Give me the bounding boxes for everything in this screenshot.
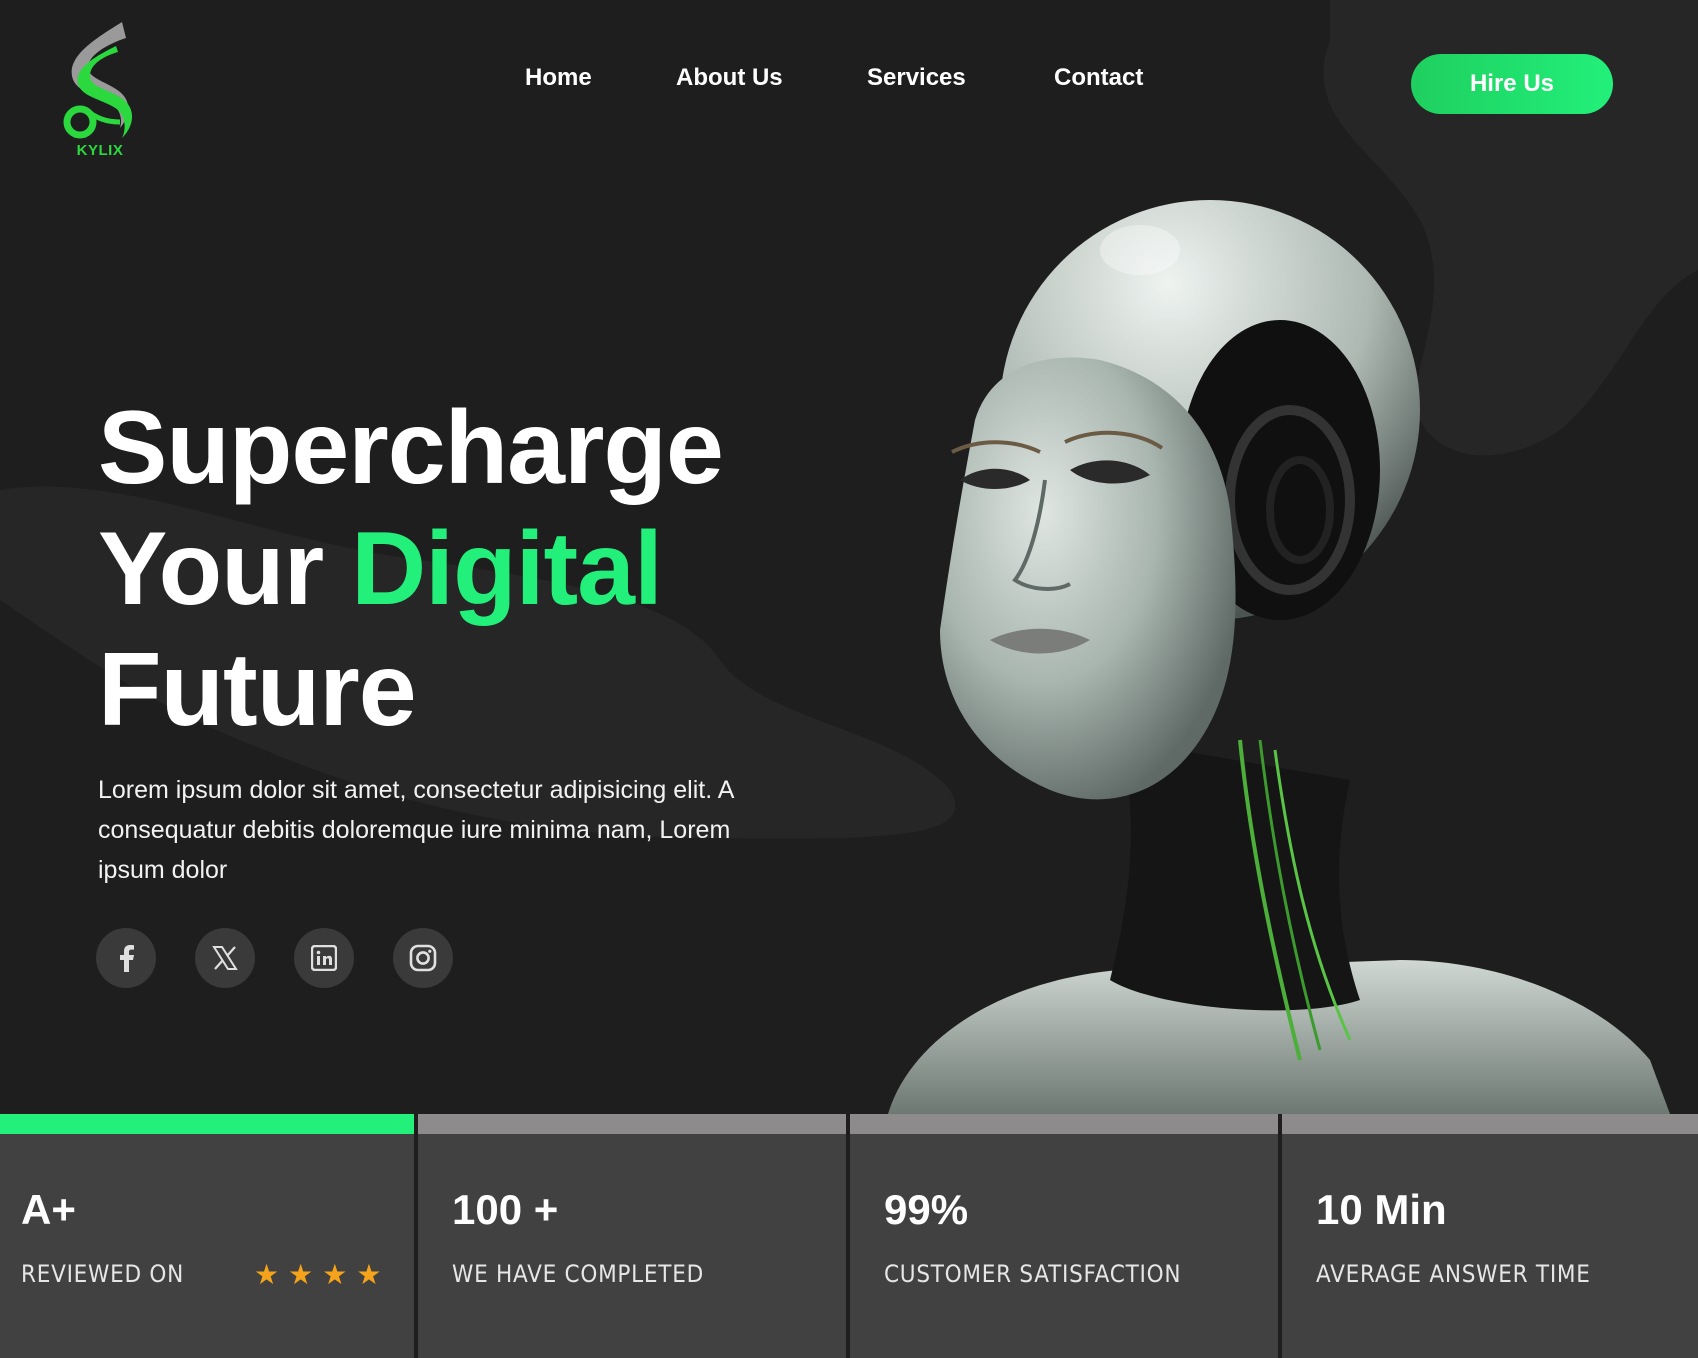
x-twitter-icon[interactable]	[195, 928, 255, 988]
hero-title: Supercharge Your Digital Future	[98, 388, 818, 751]
stat-label: WE HAVE COMPLETED	[452, 1260, 704, 1288]
stat-label: CUSTOMER SATISFACTION	[884, 1260, 1182, 1288]
stat-card-answer-time: 10 Min AVERAGE ANSWER TIME	[1282, 1114, 1698, 1358]
robot-head-illustration	[888, 200, 1670, 1114]
hero-title-line-1: Supercharge	[98, 390, 724, 506]
stat-label: AVERAGE ANSWER TIME	[1316, 1260, 1591, 1288]
stat-value: 100 +	[452, 1186, 559, 1233]
stat-card-completed: 100 + WE HAVE COMPLETED	[418, 1114, 846, 1358]
hero-title-accent: Digital	[351, 511, 663, 627]
hire-us-button[interactable]: Hire Us	[1411, 54, 1613, 114]
rating-stars: ★ ★ ★ ★	[254, 1260, 381, 1290]
stat-value: 10 Min	[1316, 1186, 1447, 1233]
stat-card-satisfaction: 99% CUSTOMER SATISFACTION	[850, 1114, 1278, 1358]
nav-item-about-us[interactable]: About Us	[676, 64, 783, 92]
stat-progress-bar	[418, 1114, 846, 1134]
stat-value: 99%	[884, 1186, 969, 1233]
stat-progress-bar	[1282, 1114, 1698, 1134]
star-icon: ★	[254, 1259, 280, 1290]
stat-label: REVIEWED ON	[21, 1260, 185, 1288]
instagram-icon[interactable]	[393, 928, 453, 988]
brand-name: KYLIX	[76, 142, 124, 159]
landing-page: KYLIX Home About Us Services Contact Hir…	[0, 0, 1698, 1358]
stat-value: A+	[21, 1186, 76, 1233]
nav-item-services[interactable]: Services	[867, 64, 966, 92]
stats-section: A+ REVIEWED ON ★ ★ ★ ★ 100 + WE HAVE COM…	[0, 1114, 1698, 1358]
nav-item-contact[interactable]: Contact	[1054, 64, 1143, 92]
nav-item-home[interactable]: Home	[525, 64, 592, 92]
hero-title-line-3: Future	[98, 632, 417, 748]
star-icon: ★	[356, 1259, 382, 1290]
stat-card-reviews: A+ REVIEWED ON ★ ★ ★ ★	[0, 1114, 414, 1358]
star-icon: ★	[288, 1259, 314, 1290]
stat-progress-bar	[850, 1114, 1278, 1134]
linkedin-icon[interactable]	[294, 928, 354, 988]
stat-progress-bar-active	[0, 1114, 414, 1134]
star-icon: ★	[322, 1259, 348, 1290]
hero-title-line-2: Your	[98, 511, 352, 627]
facebook-icon[interactable]	[96, 928, 156, 988]
hero-description: Lorem ipsum dolor sit amet, consectetur …	[98, 776, 734, 884]
